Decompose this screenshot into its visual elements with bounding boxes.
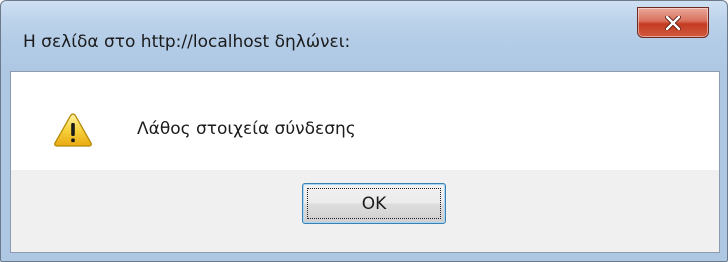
dialog-body: Λάθος στοιχεία σύνδεσης OK xyxy=(10,71,720,253)
ok-button[interactable]: OK xyxy=(302,183,446,224)
ok-button-label: OK xyxy=(307,188,441,219)
alert-dialog: Η σελίδα στο http://localhost δηλώνει: Λ… xyxy=(0,0,728,262)
close-button[interactable] xyxy=(637,7,709,38)
message-area: Λάθος στοιχεία σύνδεσης xyxy=(11,72,719,170)
warning-icon xyxy=(53,112,93,148)
title-bar[interactable]: Η σελίδα στο http://localhost δηλώνει: xyxy=(1,1,727,71)
dialog-message: Λάθος στοιχεία σύνδεσης xyxy=(137,119,356,139)
dialog-title: Η σελίδα στο http://localhost δηλώνει: xyxy=(23,32,351,52)
close-icon xyxy=(665,15,681,30)
